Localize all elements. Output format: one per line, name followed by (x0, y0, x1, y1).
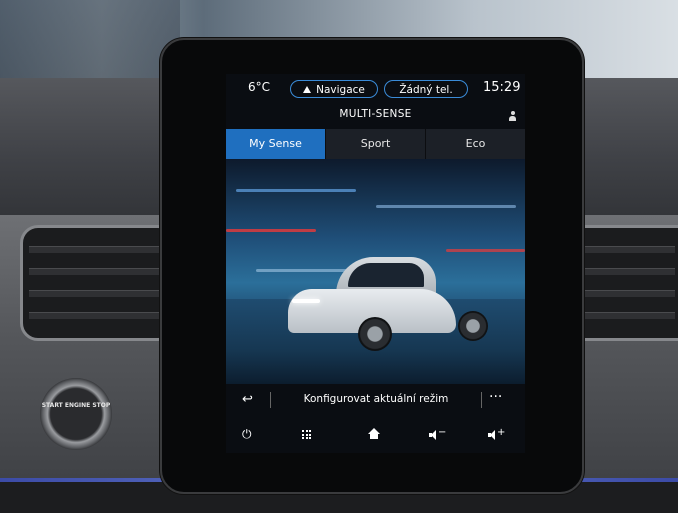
vent-slat (29, 290, 167, 297)
mode-hero-image (226, 159, 525, 384)
more-options-button[interactable]: ··· (489, 389, 502, 405)
light-streak (236, 189, 356, 192)
vent-slat (569, 268, 675, 275)
car-window (348, 263, 424, 287)
tab-sport[interactable]: Sport (326, 129, 426, 159)
vent-slat (569, 290, 675, 297)
mode-tabs: My Sense Sport Eco (226, 129, 525, 159)
light-streak (226, 229, 316, 232)
power-icon[interactable]: ⏻ (242, 427, 252, 442)
apps-grid-icon[interactable] (302, 430, 312, 439)
car-headlight (292, 299, 320, 303)
divider (481, 392, 482, 408)
volume-up-icon[interactable]: + (488, 427, 505, 440)
infotainment-screen: 6°C Navigace Žádný tel. 15:29 MULTI-SENS… (226, 74, 525, 453)
navigation-label: Navigace (316, 84, 365, 96)
car-front-wheel (358, 317, 392, 351)
config-bar: ↩ Konfigurovat aktuální režim ··· (226, 386, 525, 414)
vent-slat (569, 246, 675, 253)
navigation-arrow-icon (303, 86, 312, 93)
light-streak (376, 205, 516, 208)
start-engine-button[interactable]: START ENGINE STOP (40, 378, 112, 450)
light-streak (446, 249, 525, 252)
outside-temperature: 6°C (248, 80, 271, 94)
home-icon[interactable] (368, 428, 380, 439)
bottom-nav-bar: ⏻ − + (226, 420, 525, 450)
phone-label: Žádný tel. (399, 84, 453, 96)
navigation-button[interactable]: Navigace (290, 80, 378, 98)
vent-slat (29, 246, 167, 253)
configure-mode-button[interactable]: Konfigurovat aktuální režim (266, 393, 486, 405)
tab-my-sense[interactable]: My Sense (226, 129, 326, 159)
back-arrow-icon[interactable]: ↩ (242, 392, 253, 407)
profile-icon-body (509, 116, 516, 121)
vent-slat (29, 312, 167, 319)
clock: 15:29 (483, 80, 521, 95)
profile-icon[interactable] (509, 111, 516, 121)
car-rear-wheel (458, 311, 488, 341)
phone-button[interactable]: Žádný tel. (384, 80, 468, 98)
vent-slat (569, 312, 675, 319)
volume-down-icon[interactable]: − (429, 427, 446, 440)
air-vent-left (20, 225, 176, 341)
vent-slat (29, 268, 167, 275)
page-title: MULTI-SENSE (339, 108, 412, 120)
status-bar: 6°C Navigace Žádný tel. 15:29 (226, 74, 525, 108)
profile-icon-head (510, 111, 515, 115)
tab-eco[interactable]: Eco (426, 129, 525, 159)
start-engine-label: START ENGINE STOP (41, 402, 111, 409)
